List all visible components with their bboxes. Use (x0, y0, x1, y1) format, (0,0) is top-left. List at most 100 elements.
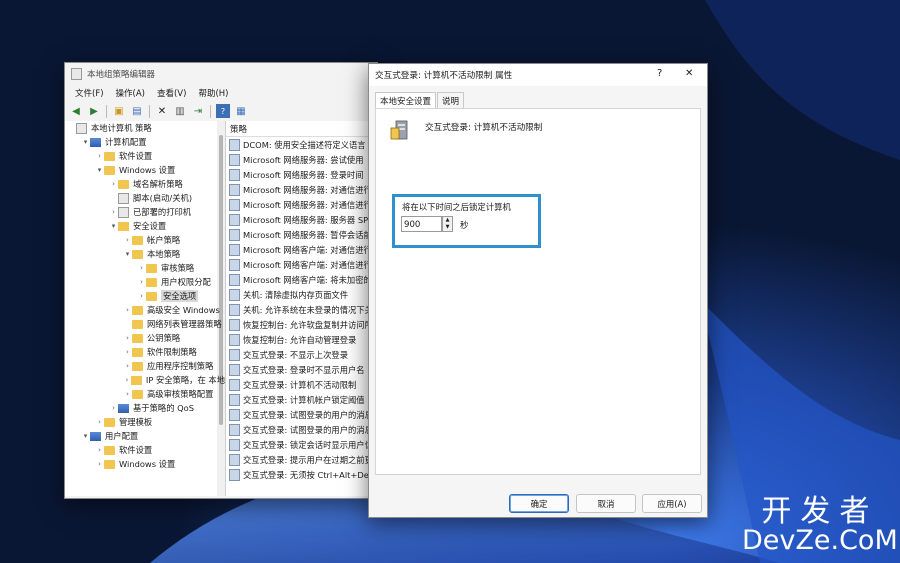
list-item[interactable]: 交互式登录: 计算机不活动限制 (226, 377, 377, 392)
list-item[interactable]: 交互式登录: 无须按 Ctrl+Alt+Del (226, 467, 377, 482)
list-item[interactable]: Microsoft 网络客户端: 将未加密的 (226, 272, 377, 287)
tree-expander-icon[interactable]: ▾ (81, 138, 90, 146)
tree-node[interactable]: › 软件设置 (65, 443, 225, 457)
editor-titlebar[interactable]: 本地组策略编辑器 (65, 63, 377, 85)
tree-node[interactable]: › 已部署的打印机 (65, 205, 225, 219)
tree-node[interactable]: › 应用程序控制策略 (65, 359, 225, 373)
tree-node[interactable]: › 用户权限分配 (65, 275, 225, 289)
tree-expander-icon[interactable]: ▾ (109, 222, 118, 230)
show-tree-icon[interactable]: ▤ (130, 104, 144, 118)
menu-action[interactable]: 操作(A) (116, 87, 145, 99)
tree-expander-icon[interactable]: › (137, 292, 146, 300)
list-item[interactable]: Microsoft 网络服务器: 尝试使用 (226, 152, 377, 167)
tree-node[interactable]: › 安全选项 (65, 289, 225, 303)
tree-node[interactable]: 网络列表管理器策略 (65, 317, 225, 331)
menu-help[interactable]: 帮助(H) (198, 87, 228, 99)
tree-node[interactable]: ▾ 用户配置 (65, 429, 225, 443)
menu-file[interactable]: 文件(F) (75, 87, 104, 99)
cancel-button[interactable]: 取消 (576, 494, 636, 513)
tree-expander-icon[interactable]: › (95, 152, 104, 160)
list-item[interactable]: 交互式登录: 试图登录的用户的消息 (226, 422, 377, 437)
tree-expander-icon[interactable]: › (123, 334, 132, 342)
list-item[interactable]: DCOM: 使用安全描述符定义语言 (226, 137, 377, 152)
list-item[interactable]: 交互式登录: 提示用户在过期之前更 (226, 452, 377, 467)
inactivity-seconds-input[interactable]: 900 (401, 216, 442, 232)
tree-expander-icon[interactable]: › (95, 460, 104, 468)
tree-expander-icon[interactable]: › (137, 278, 146, 286)
menu-view[interactable]: 查看(V) (157, 87, 186, 99)
tree-node[interactable]: › 基于策略的 QoS (65, 401, 225, 415)
tree-expander-icon[interactable]: › (95, 418, 104, 426)
list-item[interactable]: 交互式登录: 计算机帐户锁定阈值 (226, 392, 377, 407)
tree-node[interactable]: › 高级审核策略配置 (65, 387, 225, 401)
tree-expander-icon[interactable]: › (109, 208, 118, 216)
list-item[interactable]: Microsoft 网络客户端: 对通信进行 (226, 257, 377, 272)
tree-node[interactable]: › 域名解析策略 (65, 177, 225, 191)
tree-expander-icon[interactable]: › (95, 446, 104, 454)
list-item[interactable]: Microsoft 网络服务器: 服务器 SP (226, 212, 377, 227)
tree-node[interactable]: ▾ 计算机配置 (65, 135, 225, 149)
tree-expander-icon[interactable]: › (123, 236, 132, 244)
apply-button[interactable]: 应用(A) (642, 494, 702, 513)
tree-expander-icon[interactable]: ▾ (95, 166, 104, 174)
tree-node[interactable]: › IP 安全策略，在 本地 (65, 373, 225, 387)
dialog-titlebar[interactable]: 交互式登录: 计算机不活动限制 属性 ? ✕ (369, 64, 707, 86)
delete-icon[interactable]: ✕ (155, 104, 169, 118)
back-arrow-icon[interactable]: ◀ (69, 104, 83, 118)
list-item[interactable]: Microsoft 网络服务器: 登录时间 (226, 167, 377, 182)
tree-node[interactable]: 脚本(启动/关机) (65, 191, 225, 205)
list-item[interactable]: 关机: 允许系统在未登录的情况下关 (226, 302, 377, 317)
up-folder-icon[interactable]: ▣ (112, 104, 126, 118)
list-item[interactable]: 交互式登录: 试图登录的用户的消息 (226, 407, 377, 422)
seconds-spinner[interactable]: ▲ ▼ (442, 216, 453, 232)
list-item[interactable]: Microsoft 网络服务器: 对通信进行 (226, 182, 377, 197)
tree-node[interactable]: ▾ 本地策略 (65, 247, 225, 261)
forward-arrow-icon[interactable]: ▶ (87, 104, 101, 118)
help-button[interactable]: ? (657, 68, 662, 79)
tree-expander-icon[interactable]: › (137, 264, 146, 272)
tree-node[interactable]: ▾ 安全设置 (65, 219, 225, 233)
tree-expander-icon[interactable]: › (123, 306, 132, 314)
tree-expander-icon[interactable]: › (123, 376, 131, 384)
tree-node[interactable]: › 管理模板 (65, 415, 225, 429)
tree-node[interactable]: › 高级安全 Windows (65, 303, 225, 317)
tab-local-security-setting[interactable]: 本地安全设置 (375, 92, 437, 109)
export-icon[interactable]: ⇥ (191, 104, 205, 118)
tree-expander-icon[interactable]: ▾ (81, 432, 90, 440)
ok-button[interactable]: 确定 (509, 494, 569, 513)
properties-icon[interactable]: ▥ (173, 104, 187, 118)
column-header-policy[interactable]: 策略 (226, 121, 377, 137)
close-icon[interactable]: ✕ (685, 68, 693, 79)
list-item[interactable]: 恢复控制台: 允许自动管理登录 (226, 332, 377, 347)
tree-expander-icon[interactable]: ▾ (123, 250, 132, 258)
tree-node[interactable]: › 软件限制策略 (65, 345, 225, 359)
tab-explain[interactable]: 说明 (437, 92, 465, 109)
help-icon[interactable]: ? (216, 104, 230, 118)
tree-node[interactable]: 本地计算机 策略 (65, 121, 225, 135)
tree-node-label: 管理模板 (119, 417, 153, 427)
list-item[interactable]: 恢复控制台: 允许软盘复制并访问所 (226, 317, 377, 332)
folder-icon (104, 165, 115, 175)
tree-node[interactable]: › 公钥策略 (65, 331, 225, 345)
list-item[interactable]: 交互式登录: 登录时不显示用户名 (226, 362, 377, 377)
filter-icon[interactable]: ▦ (234, 104, 248, 118)
spin-down-icon[interactable]: ▼ (443, 224, 452, 231)
list-item[interactable]: Microsoft 网络客户端: 对通信进行 (226, 242, 377, 257)
tree-expander-icon[interactable]: › (123, 362, 132, 370)
tree-node[interactable]: › Windows 设置 (65, 457, 225, 471)
tree-node[interactable]: ▾ Windows 设置 (65, 163, 225, 177)
tree-expander-icon[interactable]: › (123, 390, 132, 398)
tree-node[interactable]: › 帐户策略 (65, 233, 225, 247)
list-item[interactable]: Microsoft 网络服务器: 对通信进行 (226, 197, 377, 212)
tree-expander-icon[interactable]: › (109, 180, 118, 188)
tree-node[interactable]: › 软件设置 (65, 149, 225, 163)
tree-expander-icon[interactable]: › (123, 348, 132, 356)
folder-icon (104, 459, 115, 469)
list-item[interactable]: 交互式登录: 锁定会话时显示用户信 (226, 437, 377, 452)
tree-expander-icon[interactable]: › (109, 404, 118, 412)
list-item[interactable]: 关机: 清除虚拟内存页面文件 (226, 287, 377, 302)
list-item[interactable]: 交互式登录: 不显示上次登录 (226, 347, 377, 362)
list-item[interactable]: Microsoft 网络服务器: 暂停会话前 (226, 227, 377, 242)
tree-node[interactable]: › 审核策略 (65, 261, 225, 275)
spin-up-icon[interactable]: ▲ (443, 217, 452, 224)
